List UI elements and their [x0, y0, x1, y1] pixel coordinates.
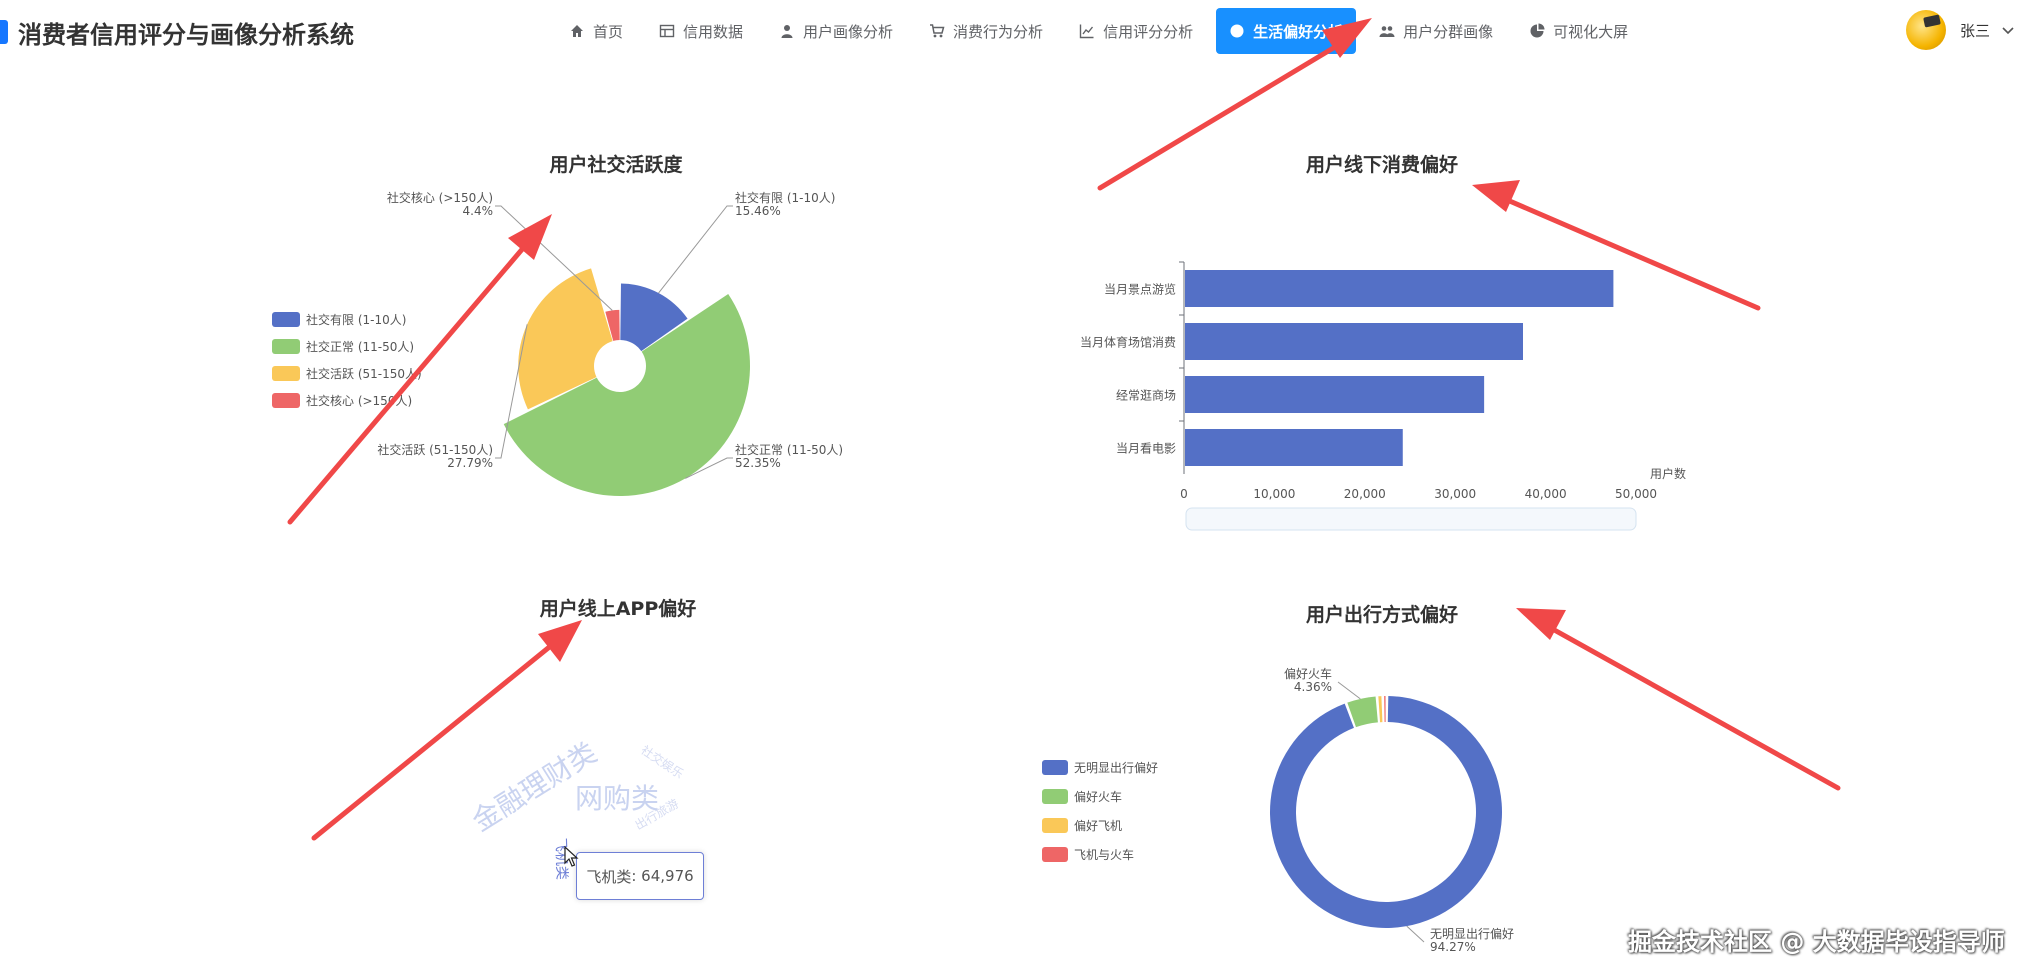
- user-menu[interactable]: 张三: [1906, 10, 2016, 50]
- leader-line: [1337, 681, 1361, 700]
- avatar[interactable]: [1906, 10, 1946, 50]
- slice-label: 社交有限 (1-10人): [735, 190, 835, 205]
- nav-item-label: 消费行为分析: [953, 22, 1044, 41]
- tooltip-label: 飞机类: [586, 867, 632, 886]
- x-tick-label: 0: [1180, 487, 1188, 501]
- nav-item-label: 信用评分分析: [1103, 22, 1194, 41]
- category-label: 经常逛商场: [1116, 388, 1176, 403]
- category-label: 当月景点游览: [1104, 282, 1176, 297]
- legend-swatch[interactable]: [1042, 818, 1068, 833]
- nav-item-1[interactable]: 信用数据: [646, 8, 756, 54]
- slice-percent: 52.35%: [735, 456, 781, 470]
- legend-label[interactable]: 飞机与火车: [1074, 847, 1134, 862]
- legend-swatch[interactable]: [1042, 789, 1068, 804]
- legend-swatch[interactable]: [1042, 760, 1068, 775]
- nav-item-5[interactable]: 生活偏好分析: [1216, 8, 1357, 54]
- slice-label: 社交正常 (11-50人): [735, 442, 843, 457]
- watermark: 掘金技术社区 @ 大数据毕设指导师: [1628, 928, 2005, 956]
- circle-icon: [1229, 23, 1245, 39]
- legend-label[interactable]: 社交有限 (1-10人): [306, 312, 406, 327]
- leader-line: [658, 205, 733, 294]
- travel-preference-donut-chart: 无明显出行偏好94.27%偏好火车4.36%无明显出行偏好偏好火车偏好飞机飞机与…: [1042, 666, 1514, 954]
- nav-item-7[interactable]: 可视化大屏: [1516, 8, 1641, 54]
- app-chart-title: 用户线上APP偏好: [539, 598, 697, 620]
- bar[interactable]: [1185, 376, 1485, 413]
- category-label: 当月看电影: [1116, 442, 1176, 456]
- donut-slice[interactable]: [1378, 696, 1383, 723]
- cart-icon: [929, 23, 945, 39]
- legend-label[interactable]: 社交核心 (>150人): [306, 393, 412, 408]
- word-cloud-word[interactable]: 网购类: [575, 782, 659, 815]
- legend-swatch[interactable]: [1042, 847, 1068, 862]
- donut-slice[interactable]: [1384, 696, 1386, 723]
- social-activity-rose-chart: 社交有限 (1-10人)15.46%社交正常 (11-50人)52.35%社交活…: [272, 190, 843, 496]
- x-tick-label: 50,000: [1615, 487, 1657, 501]
- slice-percent: 15.46%: [735, 204, 781, 218]
- legend-swatch[interactable]: [272, 339, 300, 354]
- nav-item-label: 生活偏好分析: [1253, 22, 1344, 41]
- slice-percent: 4.4%: [463, 204, 494, 218]
- nav-item-label: 用户分群画像: [1403, 22, 1494, 41]
- nav-item-label: 可视化大屏: [1553, 22, 1629, 41]
- nav-item-label: 用户画像分析: [803, 22, 894, 41]
- x-tick-label: 30,000: [1434, 487, 1476, 501]
- legend-label[interactable]: 社交活跃 (51-150人): [306, 366, 422, 381]
- user-icon: [779, 23, 795, 39]
- slice-label: 社交核心 (>150人): [387, 190, 493, 205]
- chevron-down-icon[interactable]: [2000, 22, 2016, 38]
- legend-swatch[interactable]: [272, 366, 300, 381]
- chart-tooltip: 飞机类: 64,976: [576, 852, 704, 900]
- donut-slice[interactable]: [1270, 696, 1502, 928]
- logo-icon: [0, 20, 8, 44]
- slice-percent: 27.79%: [447, 456, 493, 470]
- travel-chart-title: 用户出行方式偏好: [1305, 604, 1458, 626]
- bar[interactable]: [1185, 323, 1523, 360]
- x-tick-label: 20,000: [1344, 487, 1386, 501]
- x-tick-label: 40,000: [1525, 487, 1567, 501]
- nav-item-label: 信用数据: [683, 22, 744, 41]
- slice-percent: 4.36%: [1294, 680, 1332, 694]
- nav-item-0[interactable]: 首页: [556, 8, 636, 54]
- word-cloud-word[interactable]: 社交娱乐: [638, 742, 686, 781]
- leader-line: [1406, 925, 1425, 943]
- slice-label: 无明显出行偏好: [1430, 926, 1514, 941]
- tooltip-value: 64,976: [641, 867, 694, 885]
- social-chart-title: 用户社交活跃度: [549, 154, 683, 176]
- nav-item-label: 首页: [593, 22, 624, 41]
- bar[interactable]: [1185, 429, 1403, 466]
- brand[interactable]: 消费者信用评分与画像分析系统: [0, 14, 354, 50]
- line-chart-icon: [1079, 23, 1095, 39]
- users-icon: [1379, 23, 1395, 39]
- main-nav: 首页 信用数据 用户画像分析 消费行为分析 信用评分分析 生活偏好分析 用户分群画像 可视化大…: [556, 8, 1651, 54]
- legend-label[interactable]: 无明显出行偏好: [1074, 760, 1158, 775]
- mouse-cursor-icon: [564, 846, 579, 867]
- nav-item-2[interactable]: 用户画像分析: [766, 8, 906, 54]
- app-title: 消费者信用评分与画像分析系统: [18, 20, 354, 49]
- legend-label[interactable]: 社交正常 (11-50人): [306, 339, 414, 354]
- nav-item-4[interactable]: 信用评分分析: [1066, 8, 1206, 54]
- offline-chart-title: 用户线下消费偏好: [1305, 154, 1458, 176]
- slice-label: 社交活跃 (51-150人): [377, 442, 493, 457]
- x-tick-label: 10,000: [1253, 487, 1295, 501]
- category-label: 当月体育场馆消费: [1080, 335, 1176, 350]
- bar[interactable]: [1185, 270, 1614, 307]
- tooltip-sep: :: [631, 867, 642, 885]
- nav-item-3[interactable]: 消费行为分析: [916, 8, 1056, 54]
- offline-consumption-bar-chart: 当月景点游览当月体育场馆消费经常逛商场当月看电影 0 10,000 20,000 30,…: [1080, 261, 1686, 531]
- nav-item-6[interactable]: 用户分群画像: [1366, 8, 1506, 54]
- legend-swatch[interactable]: [272, 312, 300, 327]
- pie-chart-icon: [1529, 23, 1545, 39]
- zoom-slider[interactable]: [1185, 507, 1637, 531]
- home-icon: [569, 23, 585, 39]
- user-name: 张三: [1960, 21, 1991, 40]
- x-axis-label: 用户数: [1650, 466, 1686, 481]
- slice-label: 偏好火车: [1284, 666, 1332, 681]
- legend-label[interactable]: 偏好飞机: [1074, 818, 1122, 833]
- top-navbar: 消费者信用评分与画像分析系统 首页 信用数据 用户画像分析 消费行为分析 信用评分分析 生…: [0, 0, 2040, 70]
- legend-swatch[interactable]: [272, 393, 300, 408]
- legend-label[interactable]: 偏好火车: [1074, 789, 1122, 804]
- table-icon: [659, 23, 675, 39]
- slice-percent: 94.27%: [1430, 940, 1476, 954]
